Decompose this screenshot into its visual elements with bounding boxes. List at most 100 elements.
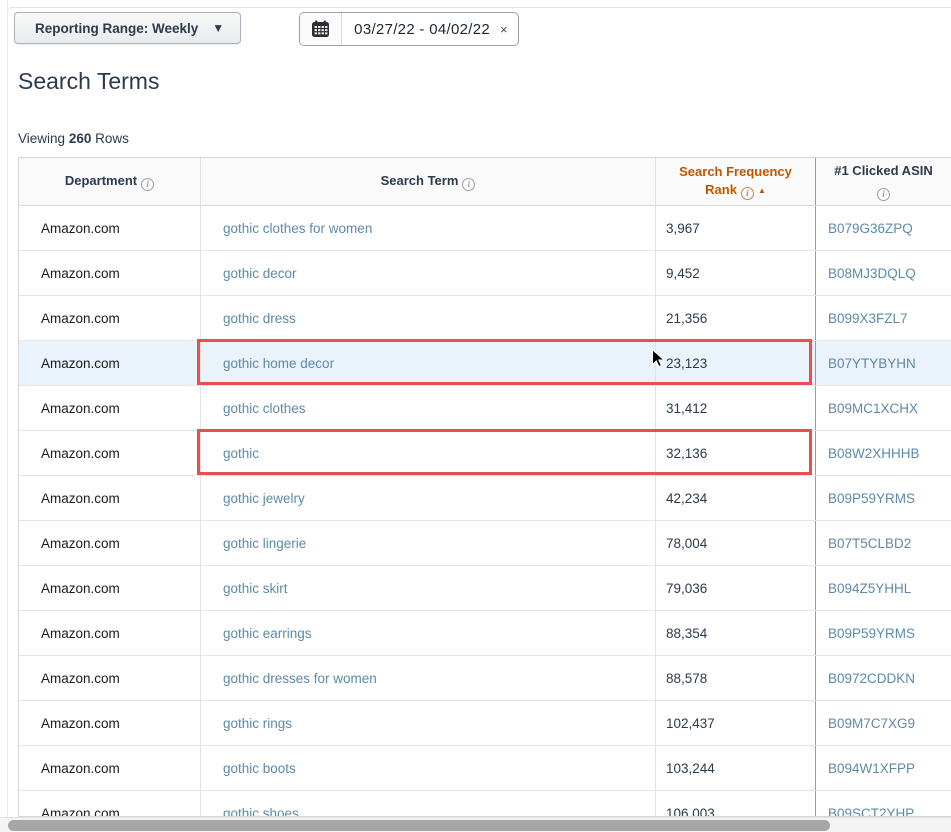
table-body: Amazon.comgothic clothes for women3,967B…	[19, 206, 951, 817]
row-count-status: Viewing 260 Rows	[18, 131, 129, 146]
asin-link-cell: B09P59YRMS	[816, 611, 951, 655]
search-term-link[interactable]: gothic decor	[223, 266, 297, 281]
search-term-link[interactable]: gothic dress	[223, 311, 296, 326]
search-term-link[interactable]: gothic skirt	[223, 581, 288, 596]
asin-link[interactable]: B0972CDDKN	[828, 671, 915, 686]
table-row: Amazon.com gothic lingerie 78,004 B07T5CLBD…	[19, 521, 951, 566]
search-term-link-cell: gothic clothes	[201, 386, 656, 430]
asin-link-cell: B09MC1XCHX	[816, 386, 951, 430]
asin-link[interactable]: B09P59YRMS	[828, 491, 915, 506]
department-cell: Amazon.com	[41, 356, 120, 371]
asin-link[interactable]: B079G36ZPQ	[828, 221, 913, 236]
asin-link-cell: B0972CDDKN	[816, 656, 951, 700]
asin-link[interactable]: B099X3FZL7	[828, 311, 908, 326]
department-cell: Amazon.com	[41, 536, 120, 551]
asin-link[interactable]: B09P59YRMS	[828, 626, 915, 641]
asin-link[interactable]: B09SCT2YHP	[828, 806, 914, 818]
department-cell-cell: Amazon.com	[19, 521, 201, 565]
asin-link[interactable]: B07YTYBYHN	[828, 356, 916, 371]
rank-value-cell: 23,123	[656, 341, 816, 385]
rank-value-cell: 21,356	[656, 296, 816, 340]
asin-link[interactable]: B094Z5YHHL	[828, 581, 911, 596]
rank-value-cell: 103,244	[656, 746, 816, 790]
column-header-search-term[interactable]: Search Termi	[201, 158, 656, 205]
search-term-link[interactable]: gothic home decor	[223, 356, 334, 371]
department-header-label: Department	[65, 173, 137, 188]
search-term-link-cell: gothic jewelry	[201, 476, 656, 520]
horizontal-scrollbar[interactable]	[0, 817, 951, 832]
info-icon[interactable]: i	[462, 178, 475, 191]
reporting-range-dropdown[interactable]: Reporting Range: Weekly ▼	[14, 12, 241, 44]
sort-ascending-icon[interactable]: ▲	[758, 186, 766, 195]
department-cell-cell: Amazon.com	[19, 386, 201, 430]
department-cell-cell: Amazon.com	[19, 251, 201, 295]
table-header-row: Department i Search Termi Search Frequenc…	[19, 158, 951, 206]
column-header-search-frequency-rank[interactable]: Search Frequency Ranki ▲	[656, 158, 816, 205]
search-term-link[interactable]: gothic clothes for women	[223, 221, 372, 236]
asin-link-cell: B094W1XFPP	[816, 746, 951, 790]
search-term-link[interactable]: gothic dresses for women	[223, 671, 377, 686]
search-term-link-cell: gothic decor	[201, 251, 656, 295]
column-header-department[interactable]: Department i	[19, 158, 201, 205]
department-cell: Amazon.com	[41, 446, 120, 461]
rank-value: 79,036	[666, 581, 707, 596]
search-term-link-cell: gothic dress	[201, 296, 656, 340]
rank-value-cell: 9,452	[656, 251, 816, 295]
search-term-link[interactable]: gothic jewelry	[223, 491, 305, 506]
asin-link-cell: B07YTYBYHN	[816, 341, 951, 385]
search-term-link-cell: gothic earrings	[201, 611, 656, 655]
table-row: Amazon.com gothic skirt 79,036 B094Z5YHHL	[19, 566, 951, 611]
rank-value: 31,412	[666, 401, 707, 416]
calendar-icon	[300, 13, 342, 45]
search-term-link[interactable]: gothic rings	[223, 716, 292, 731]
rank-value-cell: 42,234	[656, 476, 816, 520]
department-cell: Amazon.com	[41, 266, 120, 281]
asin-link-cell: B09P59YRMS	[816, 476, 951, 520]
search-term-link[interactable]: gothic shoes	[223, 806, 299, 818]
search-term-link[interactable]: gothic clothes	[223, 401, 306, 416]
table-row: Amazon.comgothic boots103,244B094W1XFPP	[19, 746, 951, 791]
search-terms-page: Reporting Range: Weekly ▼ 03/27/22 - 04/…	[0, 0, 951, 832]
search-term-link[interactable]: gothic boots	[223, 761, 296, 776]
top-divider	[10, 7, 951, 8]
viewing-suffix: Rows	[95, 131, 129, 146]
search-term-link-cell: gothic rings	[201, 701, 656, 745]
asin-link[interactable]: B07T5CLBD2	[828, 536, 911, 551]
search-term-link-cell: gothic clothes for women	[201, 206, 656, 250]
asin-link-cell: B094Z5YHHL	[816, 566, 951, 610]
department-cell-cell: Amazon.com	[19, 566, 201, 610]
column-header-clicked-asin[interactable]: #1 Clicked ASIN i	[816, 158, 951, 205]
rank-value: 32,136	[666, 446, 707, 461]
search-term-link[interactable]: gothic earrings	[223, 626, 312, 641]
info-icon[interactable]: i	[141, 178, 154, 191]
date-range-picker[interactable]: 03/27/22 - 04/02/22 ×	[299, 12, 518, 46]
search-term-link-cell: gothic home decor	[201, 341, 656, 385]
asin-link[interactable]: B094W1XFPP	[828, 761, 915, 776]
asin-link-cell: B099X3FZL7	[816, 296, 951, 340]
asin-link[interactable]: B08W2XHHHB	[828, 446, 920, 461]
table-row: Amazon.com gothic clothes 31,412 B09MC1XCHX	[19, 386, 951, 431]
asin-link[interactable]: B08MJ3DQLQ	[828, 266, 916, 281]
rank-value-cell: 78,004	[656, 521, 816, 565]
date-range-value: 03/27/22 - 04/02/22	[342, 21, 500, 38]
info-icon[interactable]: i	[741, 187, 754, 200]
info-icon[interactable]: i	[877, 188, 890, 201]
asin-link-cell: B07T5CLBD2	[816, 521, 951, 565]
department-cell-cell: Amazon.com	[19, 476, 201, 520]
department-cell-cell: Amazon.com	[19, 656, 201, 700]
asin-link[interactable]: B09M7C7XG9	[828, 716, 915, 731]
department-cell: Amazon.com	[41, 671, 120, 686]
rank-value-cell: 88,578	[656, 656, 816, 700]
rank-header-label: Search Frequency Rank	[679, 164, 792, 197]
department-cell: Amazon.com	[41, 806, 120, 818]
asin-link[interactable]: B09MC1XCHX	[828, 401, 918, 416]
search-term-link[interactable]: gothic lingerie	[223, 536, 306, 551]
search-term-link[interactable]: gothic	[223, 446, 259, 461]
table-row: Amazon.com gothic decor 9,452 B08MJ3DQLQ	[19, 251, 951, 296]
horizontal-scrollbar-thumb[interactable]	[8, 820, 830, 831]
rank-value: 42,234	[666, 491, 707, 506]
table-row: Amazon.com gothic 32,136 B08W2XHHHB	[19, 431, 951, 476]
department-cell: Amazon.com	[41, 581, 120, 596]
search-term-link-cell: gothic dresses for women	[201, 656, 656, 700]
clear-date-icon[interactable]: ×	[500, 22, 518, 37]
